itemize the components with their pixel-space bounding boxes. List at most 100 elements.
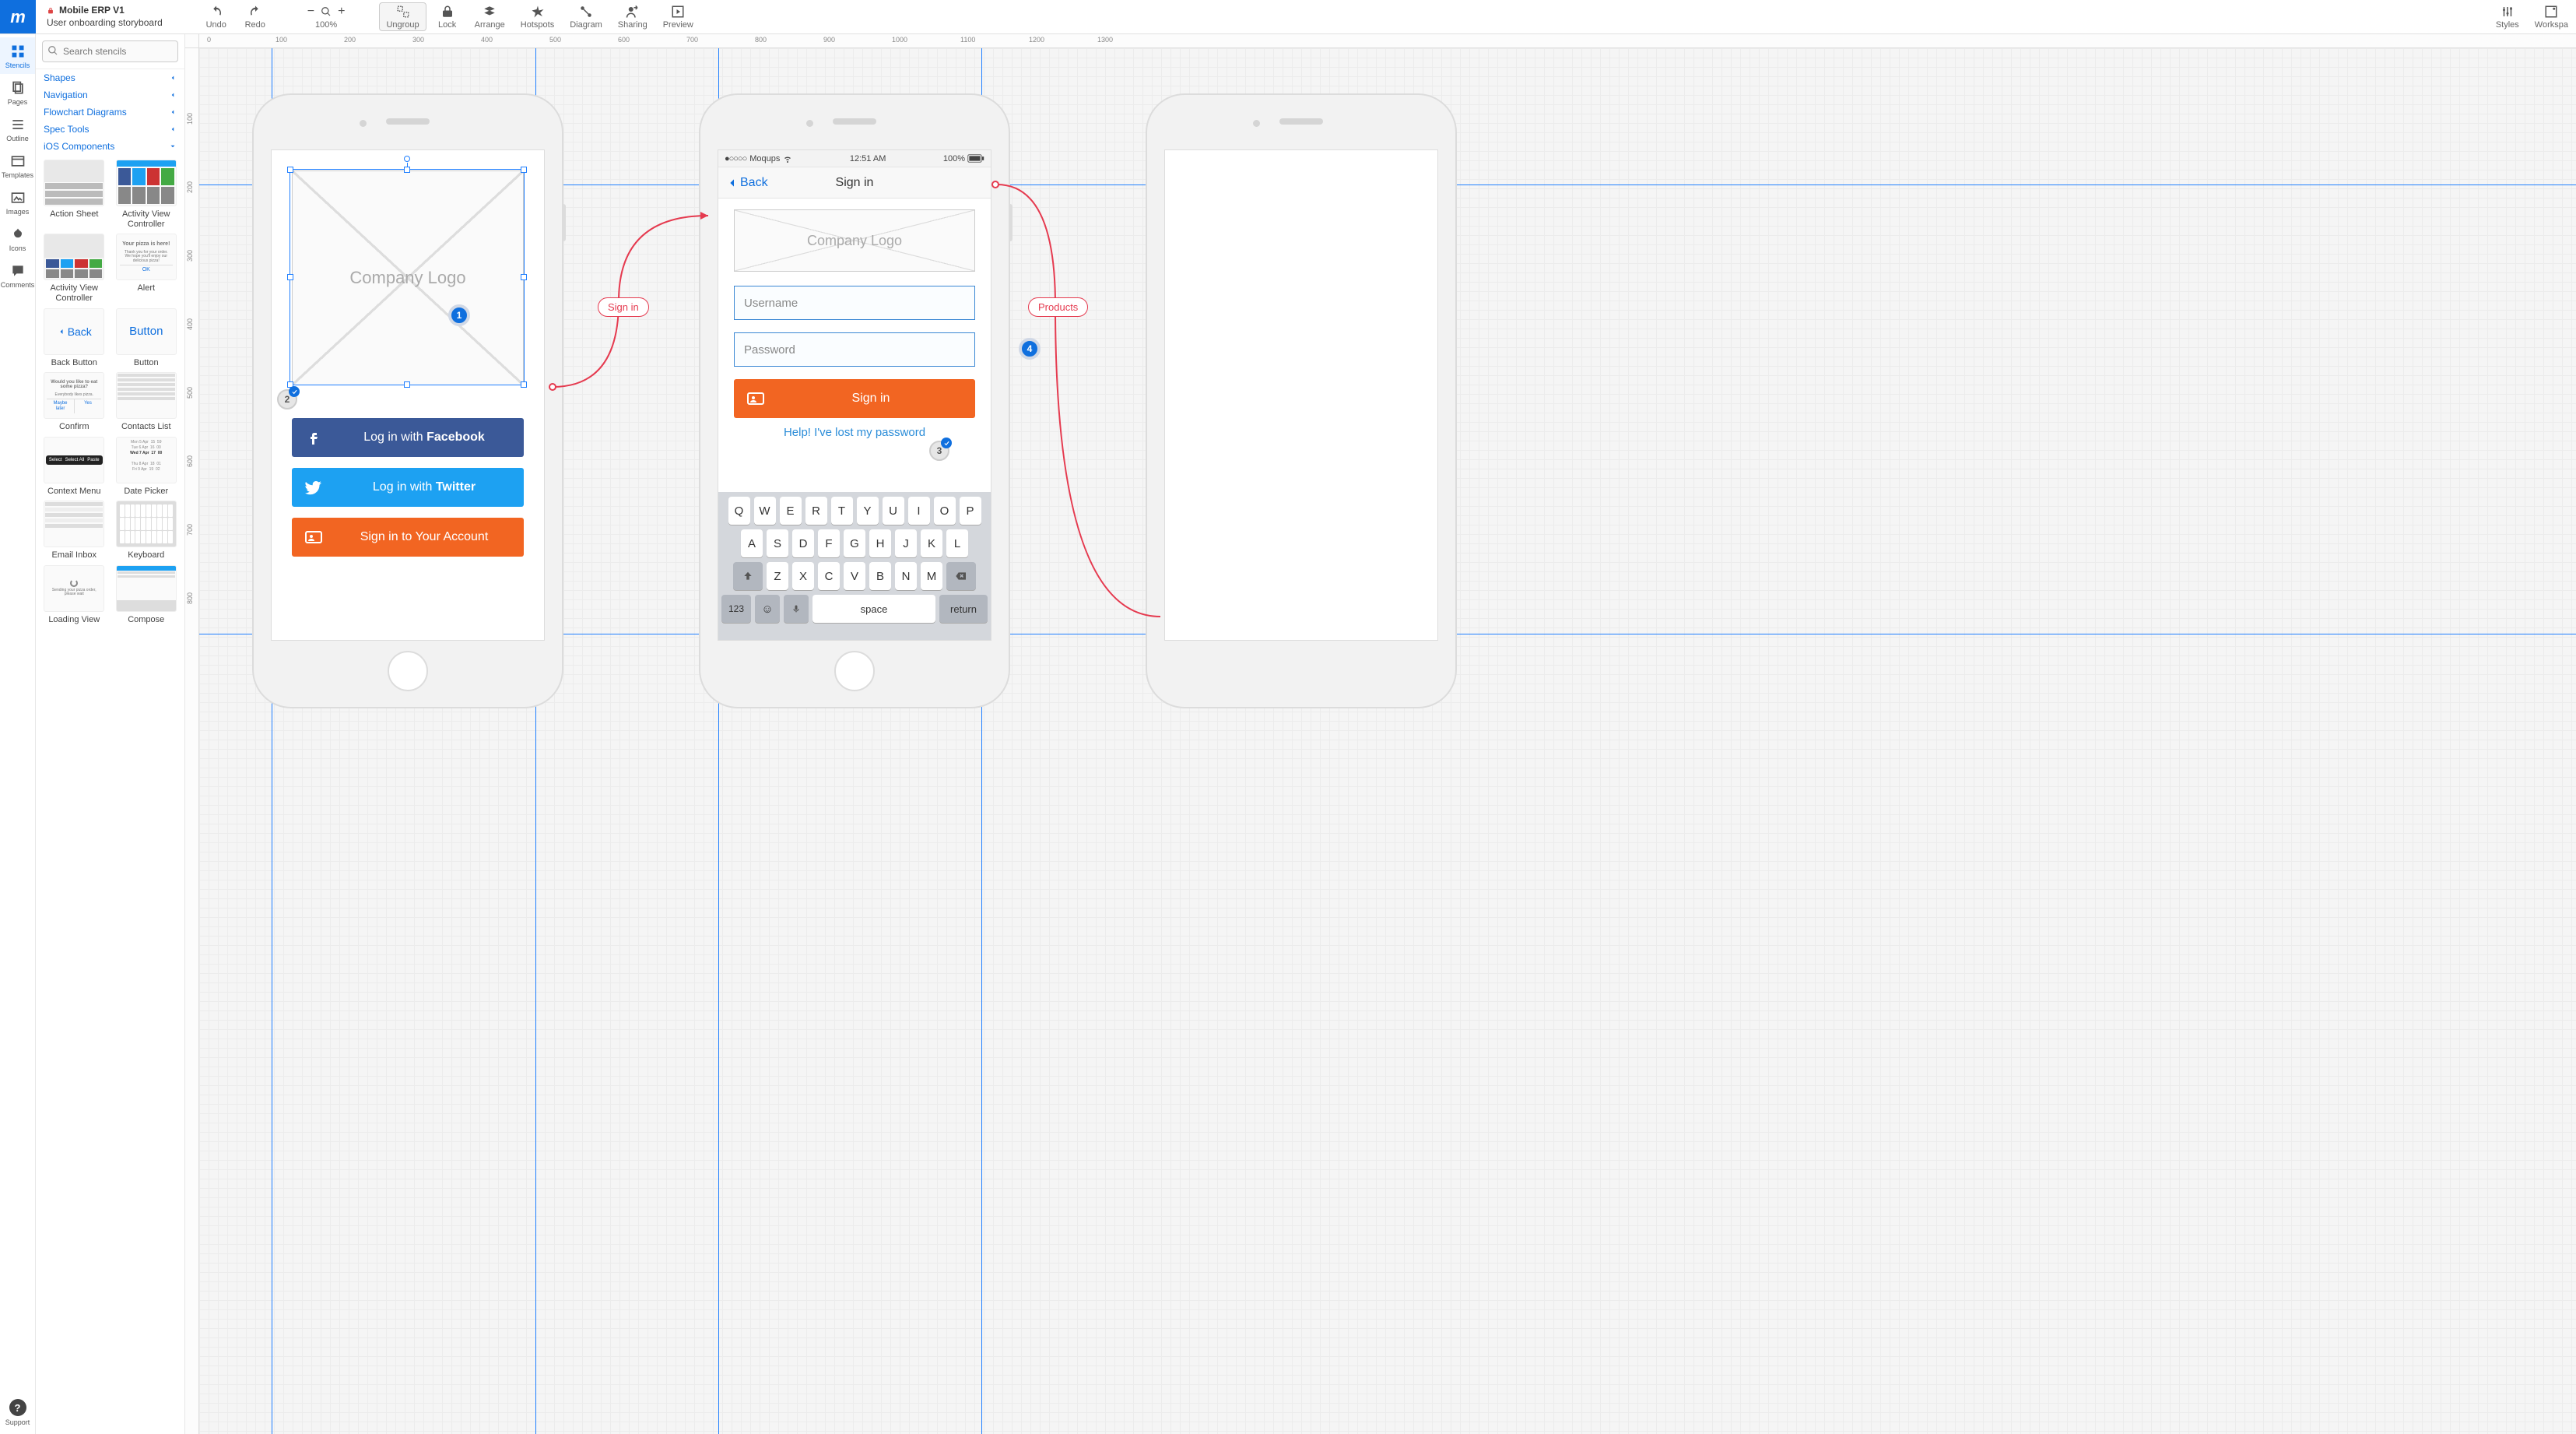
logo-placeholder-small[interactable]: Company Logo: [734, 209, 975, 272]
resize-handle[interactable]: [521, 274, 527, 280]
comment-badge-3[interactable]: 3: [929, 441, 949, 461]
rail-templates[interactable]: Templates: [0, 147, 35, 184]
rail-images[interactable]: Images: [0, 184, 35, 220]
lock-button[interactable]: Lock: [428, 0, 467, 33]
hotspots-button[interactable]: Hotspots: [513, 0, 562, 33]
signin-account-button[interactable]: Sign in to Your Account: [292, 518, 524, 557]
comment-badge-2[interactable]: 2: [277, 389, 297, 409]
key-f[interactable]: F: [818, 529, 840, 557]
styles-button[interactable]: Styles: [2488, 0, 2527, 33]
mic-key[interactable]: [784, 595, 809, 623]
back-button[interactable]: Back: [726, 176, 768, 190]
space-key[interactable]: space: [812, 595, 935, 623]
key-h[interactable]: H: [869, 529, 891, 557]
key-d[interactable]: D: [792, 529, 814, 557]
key-n[interactable]: N: [895, 562, 917, 590]
signin-submit-button[interactable]: Sign in: [734, 379, 975, 418]
stencil-email-inbox[interactable]: Email Inbox: [39, 501, 110, 561]
rail-support[interactable]: ?Support: [0, 1391, 35, 1434]
app-logo[interactable]: m: [0, 0, 36, 33]
stencil-back-button[interactable]: BackBack Button: [39, 308, 110, 368]
ruler-horizontal[interactable]: 0100200300400500600700800900100011001200…: [199, 34, 2576, 48]
key-m[interactable]: M: [921, 562, 942, 590]
cat-navigation[interactable]: Navigation: [36, 86, 184, 104]
preview-button[interactable]: Preview: [655, 0, 701, 33]
rail-outline[interactable]: Outline: [0, 111, 35, 147]
ios-keyboard[interactable]: QWERTYUIOP ASDFGHJKL ZXCVBNM 123 ☺: [718, 492, 991, 640]
key-t[interactable]: T: [831, 497, 853, 525]
rail-pages[interactable]: Pages: [0, 74, 35, 111]
resize-handle[interactable]: [404, 167, 410, 173]
phone3-screen[interactable]: [1164, 149, 1438, 641]
stencil-loading-view[interactable]: Sending your pizza order, please waitLoa…: [39, 565, 110, 625]
project-title-block[interactable]: Mobile ERP V1 User onboarding storyboard: [36, 0, 174, 33]
twitter-login-button[interactable]: Log in with Twitter: [292, 468, 524, 507]
key-j[interactable]: J: [895, 529, 917, 557]
key-c[interactable]: C: [818, 562, 840, 590]
stencil-alert[interactable]: Your pizza is here!Thank you for your or…: [111, 234, 182, 303]
resize-handle[interactable]: [521, 167, 527, 173]
cat-spec[interactable]: Spec Tools: [36, 121, 184, 138]
stencil-activity-view-2[interactable]: Activity View Controller: [39, 234, 110, 303]
phone-frame-2[interactable]: ●○○○○Moqups 12:51 AM 100% Back Sign in C…: [699, 93, 1010, 708]
search-input[interactable]: [42, 40, 178, 62]
flow-connector-products[interactable]: [993, 181, 1164, 648]
facebook-login-button[interactable]: Log in with Facebook: [292, 418, 524, 457]
key-o[interactable]: O: [934, 497, 956, 525]
resize-handle[interactable]: [287, 274, 293, 280]
comment-badge-4[interactable]: 4: [1019, 338, 1041, 360]
key-l[interactable]: L: [946, 529, 968, 557]
rail-stencils[interactable]: Stencils: [0, 37, 35, 74]
key-b[interactable]: B: [869, 562, 891, 590]
numeric-key[interactable]: 123: [721, 595, 751, 623]
workspace-button[interactable]: Workspa: [2527, 0, 2576, 33]
key-q[interactable]: Q: [728, 497, 750, 525]
arrange-button[interactable]: Arrange: [467, 0, 513, 33]
ungroup-button[interactable]: Ungroup: [379, 2, 426, 31]
rail-comments[interactable]: Comments: [0, 257, 35, 293]
emoji-key[interactable]: ☺: [755, 595, 780, 623]
diagram-button[interactable]: Diagram: [562, 0, 610, 33]
undo-button[interactable]: Undo: [197, 0, 236, 33]
resize-handle[interactable]: [287, 167, 293, 173]
flow-endpoint[interactable]: [991, 181, 999, 188]
phone-frame-3[interactable]: [1146, 93, 1457, 708]
ruler-vertical[interactable]: 100200300400500600700800: [185, 48, 199, 1434]
key-k[interactable]: K: [921, 529, 942, 557]
stencil-date-picker[interactable]: Mon 5 Apr 15 59Tue 6 Apr 16 00Wed 7 Apr …: [111, 437, 182, 497]
stencil-button[interactable]: ButtonButton: [111, 308, 182, 368]
sharing-button[interactable]: Sharing: [610, 0, 655, 33]
key-s[interactable]: S: [767, 529, 788, 557]
key-x[interactable]: X: [792, 562, 814, 590]
key-a[interactable]: A: [741, 529, 763, 557]
key-i[interactable]: I: [908, 497, 930, 525]
cat-shapes[interactable]: Shapes: [36, 69, 184, 86]
rotate-handle[interactable]: [404, 156, 410, 162]
flow-endpoint[interactable]: [549, 383, 556, 391]
comment-badge-1[interactable]: 1: [448, 304, 470, 326]
canvas[interactable]: Company Logo Log in with Facebook Log in…: [199, 48, 2576, 1434]
key-e[interactable]: E: [780, 497, 802, 525]
key-u[interactable]: U: [883, 497, 904, 525]
return-key[interactable]: return: [939, 595, 988, 623]
backspace-key[interactable]: [946, 562, 976, 590]
cat-flowchart[interactable]: Flowchart Diagrams: [36, 104, 184, 121]
stencil-context-menu[interactable]: SelectSelect AllPasteContext Menu: [39, 437, 110, 497]
shift-key[interactable]: [733, 562, 763, 590]
password-field[interactable]: Password: [734, 332, 975, 367]
key-z[interactable]: Z: [767, 562, 788, 590]
key-g[interactable]: G: [844, 529, 865, 557]
stencil-confirm[interactable]: Would you like to eat some pizza?Everybo…: [39, 372, 110, 432]
stencil-compose[interactable]: Compose: [111, 565, 182, 625]
username-field[interactable]: Username: [734, 286, 975, 320]
zoom-control[interactable]: −+ 100%: [298, 0, 355, 33]
key-w[interactable]: W: [754, 497, 776, 525]
key-v[interactable]: V: [844, 562, 865, 590]
key-p[interactable]: P: [960, 497, 981, 525]
stencil-activity-view-1[interactable]: Activity View Controller: [111, 160, 182, 229]
forgot-password-link[interactable]: Help! I've lost my password: [734, 426, 975, 439]
flow-label-signin[interactable]: Sign in: [598, 297, 649, 317]
redo-button[interactable]: Redo: [236, 0, 275, 33]
key-r[interactable]: R: [805, 497, 827, 525]
phone2-screen[interactable]: ●○○○○Moqups 12:51 AM 100% Back Sign in C…: [718, 149, 991, 641]
